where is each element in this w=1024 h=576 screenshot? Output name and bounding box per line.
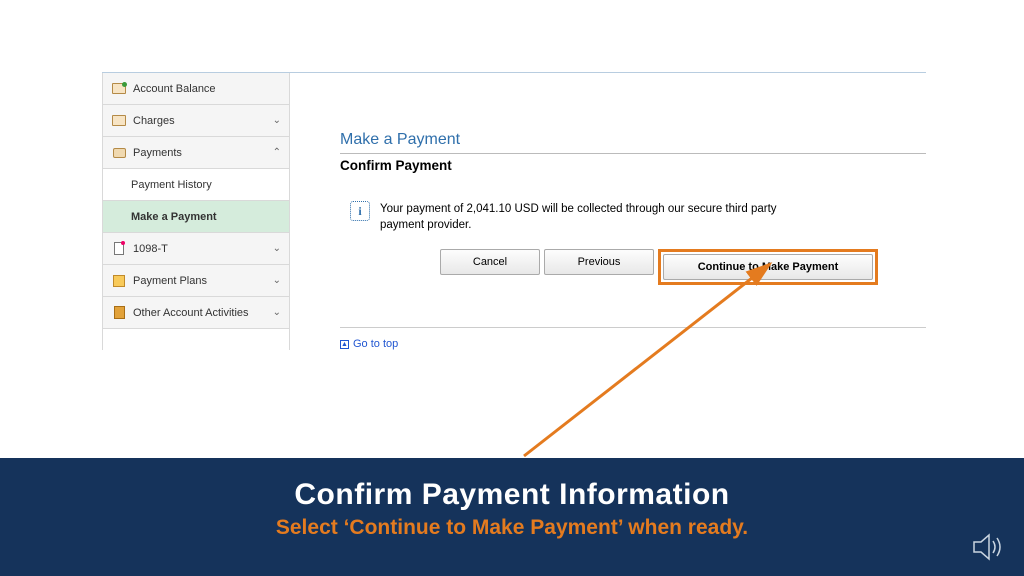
info-text: Your payment of 2,041.10 USD will be col… (380, 201, 780, 233)
sidebar-item-other-activities[interactable]: Other Account Activities ⌄ (103, 297, 289, 329)
sidebar-item-label: Make a Payment (131, 211, 281, 223)
sidebar-item-label: Other Account Activities (133, 307, 273, 319)
go-to-top-label: Go to top (353, 338, 398, 350)
box-icon (111, 305, 127, 321)
sidebar-item-1098t[interactable]: 1098-T ⌄ (103, 233, 289, 265)
chevron-down-icon: ⌄ (273, 115, 281, 126)
page-title: Make a Payment (340, 131, 926, 151)
calendar-icon (111, 273, 127, 289)
sidebar: Account Balance Charges ⌄ Payments ⌃ Pay… (102, 73, 290, 350)
chevron-down-icon: ⌄ (273, 243, 281, 254)
sidebar-item-label: Charges (133, 115, 273, 127)
info-row: i Your payment of 2,041.10 USD will be c… (350, 201, 926, 233)
go-to-top-link[interactable]: ▲ Go to top (340, 338, 398, 350)
instruction-banner: Confirm Payment Information Select ‘Cont… (0, 458, 1024, 576)
sidebar-subitem-make-a-payment[interactable]: Make a Payment (103, 201, 289, 233)
continue-highlight: Continue to Make Payment (658, 249, 878, 285)
previous-button[interactable]: Previous (544, 249, 654, 275)
wallet-icon (111, 145, 127, 161)
sidebar-subitem-payment-history[interactable]: Payment History (103, 169, 289, 201)
main-content: Make a Payment Confirm Payment i Your pa… (340, 73, 926, 350)
info-icon: i (350, 201, 370, 221)
sidebar-item-label: 1098-T (133, 243, 273, 255)
banner-title: Confirm Payment Information (0, 478, 1024, 512)
sidebar-item-payments[interactable]: Payments ⌃ (103, 137, 289, 169)
document-icon (111, 241, 127, 257)
cancel-button[interactable]: Cancel (440, 249, 540, 275)
sidebar-item-label: Payment Plans (133, 275, 273, 287)
sidebar-item-account-balance[interactable]: Account Balance (103, 73, 289, 105)
banner-subtitle: Select ‘Continue to Make Payment’ when r… (0, 516, 1024, 540)
sidebar-item-payment-plans[interactable]: Payment Plans ⌄ (103, 265, 289, 297)
sidebar-item-label: Payments (133, 147, 273, 159)
chevron-down-icon: ⌄ (273, 307, 281, 318)
button-row: Cancel Previous Continue to Make Payment (440, 249, 926, 285)
sidebar-item-label: Payment History (131, 179, 281, 191)
speaker-icon (972, 532, 1006, 562)
sidebar-item-charges[interactable]: Charges ⌄ (103, 105, 289, 137)
continue-button[interactable]: Continue to Make Payment (663, 254, 873, 280)
section-title: Confirm Payment (340, 153, 926, 173)
charges-icon (111, 113, 127, 129)
ledger-icon (111, 81, 127, 97)
divider (340, 327, 926, 328)
chevron-up-icon: ⌃ (273, 147, 281, 158)
sidebar-item-label: Account Balance (133, 83, 281, 95)
chevron-down-icon: ⌄ (273, 275, 281, 286)
arrow-up-icon: ▲ (340, 340, 349, 349)
